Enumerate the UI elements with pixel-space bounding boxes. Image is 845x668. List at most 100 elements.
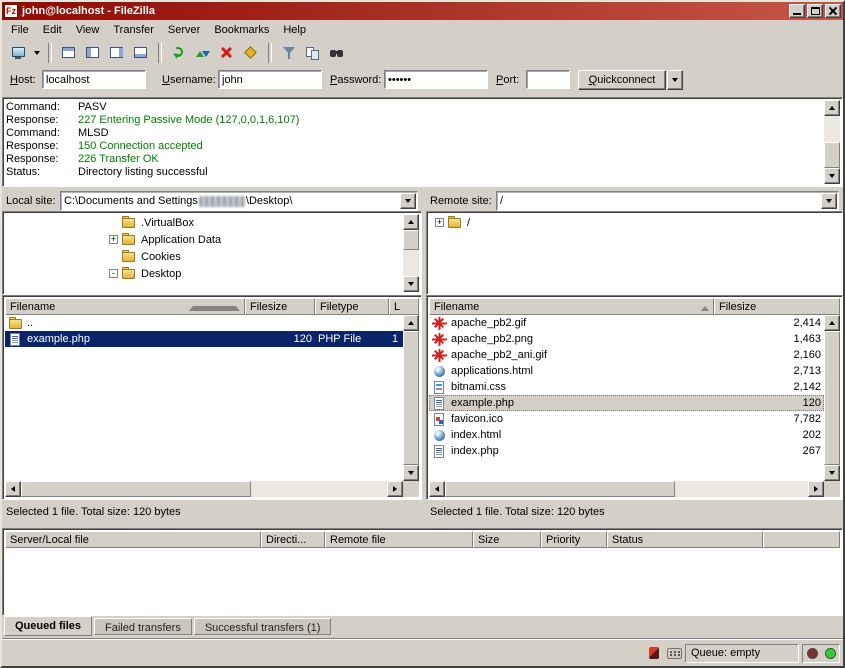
scroll-up-button[interactable] [403, 214, 419, 230]
scroll-down-button[interactable] [824, 168, 840, 184]
username-input[interactable] [218, 70, 322, 89]
quickconnect-button[interactable]: Quickconnect [578, 70, 666, 90]
close-button[interactable] [825, 4, 841, 18]
scroll-up-button[interactable] [403, 315, 419, 331]
menu-item[interactable]: View [69, 22, 107, 38]
file-row[interactable]: favicon.ico 7,782 [429, 411, 824, 427]
scroll-up-button[interactable] [824, 315, 840, 331]
expand-toggle[interactable]: + [109, 235, 118, 244]
queue-column-header[interactable]: Server/Local file [5, 531, 261, 548]
toolbar-button[interactable] [129, 42, 153, 64]
toolbar-button[interactable] [277, 42, 301, 64]
scroll-down-button[interactable] [403, 276, 419, 292]
scroll-down-button[interactable] [403, 465, 419, 481]
remote-site-combo[interactable]: / [496, 191, 839, 211]
column-header[interactable]: L [389, 298, 419, 315]
column-header[interactable]: Filename [429, 298, 714, 315]
tree-item[interactable]: + / [429, 214, 840, 231]
toolbar-button[interactable] [301, 42, 325, 64]
remote-site-dropdown-button[interactable] [821, 193, 837, 209]
image-icon [432, 333, 447, 346]
password-input[interactable] [384, 70, 488, 89]
toolbar-button[interactable] [191, 42, 215, 64]
column-header[interactable]: Filesize [245, 298, 315, 315]
minimize-button[interactable] [789, 4, 805, 18]
menu-item[interactable]: Help [276, 22, 313, 38]
maximize-button[interactable] [807, 4, 823, 18]
file-row[interactable]: index.php 267 [429, 443, 824, 459]
scroll-right-button[interactable] [808, 481, 824, 497]
scrollbar-corner [403, 481, 419, 497]
remote-list-horizontal-scrollbar[interactable] [429, 481, 824, 497]
queue-column-header[interactable]: Size [473, 531, 541, 548]
menu-item[interactable]: Edit [36, 22, 69, 38]
scroll-thumb[interactable] [824, 142, 840, 168]
queue-column-header[interactable]: Priority [541, 531, 607, 548]
local-tree-scrollbar[interactable] [403, 214, 419, 292]
queue-tab[interactable]: Queued files [4, 616, 92, 636]
column-header[interactable]: Filesize [714, 298, 840, 315]
titlebar[interactable]: Fz john@localhost - FileZilla [2, 2, 843, 20]
toolbar-button[interactable] [239, 42, 263, 64]
scroll-thumb[interactable] [403, 230, 419, 250]
menu-item[interactable]: Transfer [106, 22, 161, 38]
toolbar-button[interactable] [30, 42, 43, 64]
local-list-vertical-scrollbar[interactable] [403, 315, 419, 481]
scroll-thumb[interactable] [824, 331, 840, 465]
ico-icon [432, 413, 447, 426]
expand-toggle[interactable]: - [109, 269, 118, 278]
scroll-thumb[interactable] [445, 481, 675, 497]
menu-item[interactable]: File [4, 22, 36, 38]
file-row[interactable]: applications.html 2,713 [429, 363, 824, 379]
tree-item[interactable]: Cookies [5, 248, 402, 265]
file-row[interactable]: apache_pb2_ani.gif 2,160 [429, 347, 824, 363]
log-vertical-scrollbar[interactable] [824, 100, 840, 184]
toolbar-button[interactable] [6, 42, 30, 64]
toolbar-button[interactable] [167, 42, 191, 64]
scroll-right-button[interactable] [387, 481, 403, 497]
toolbar-button[interactable] [105, 42, 129, 64]
toolbar-button[interactable] [81, 42, 105, 64]
remote-list-vertical-scrollbar[interactable] [824, 315, 840, 481]
queue-column-header[interactable] [763, 531, 840, 548]
menu-item[interactable]: Bookmarks [207, 22, 276, 38]
expand-toggle[interactable]: + [435, 218, 444, 227]
local-site-dropdown-button[interactable] [400, 193, 416, 209]
column-header[interactable]: Filename [5, 298, 245, 315]
toolbar-button[interactable] [57, 42, 81, 64]
scroll-left-button[interactable] [5, 481, 21, 497]
local-site-combo[interactable]: C:\Documents and Settings\Desktop\ [60, 191, 418, 211]
column-header[interactable]: Filetype [315, 298, 389, 315]
datatype-indicator-icon[interactable] [646, 646, 662, 660]
toolbar-button[interactable] [325, 42, 349, 64]
host-input[interactable] [42, 70, 146, 89]
file-row[interactable]: .. [5, 315, 403, 331]
scroll-up-button[interactable] [824, 100, 840, 116]
quickconnect-dropdown-button[interactable] [667, 70, 683, 90]
queue-tab[interactable]: Failed transfers [94, 618, 192, 635]
scroll-down-button[interactable] [824, 465, 840, 481]
file-row[interactable]: bitnami.css 2,142 [429, 379, 824, 395]
scroll-thumb[interactable] [403, 331, 419, 465]
tree-item[interactable]: + Application Data [5, 231, 402, 248]
queue-tab[interactable]: Successful transfers (1) [194, 618, 332, 635]
file-row[interactable]: index.html 202 [429, 427, 824, 443]
local-list-horizontal-scrollbar[interactable] [5, 481, 403, 497]
tree-item[interactable]: - Desktop [5, 265, 402, 282]
file-row[interactable]: example.php 120 PHP File 1 [5, 331, 403, 347]
tree-item[interactable]: .VirtualBox [5, 214, 402, 231]
triangle-down-icon [829, 174, 835, 181]
queue-column-header[interactable]: Status [607, 531, 763, 548]
keypad-indicator-icon[interactable] [667, 646, 683, 660]
queue-column-header[interactable]: Directi... [261, 531, 325, 548]
toolbar-button[interactable] [215, 42, 239, 64]
scroll-left-button[interactable] [429, 481, 445, 497]
css-icon [432, 381, 447, 394]
scroll-thumb[interactable] [21, 481, 251, 497]
menu-item[interactable]: Server [161, 22, 207, 38]
queue-column-header[interactable]: Remote file [325, 531, 473, 548]
file-row[interactable]: apache_pb2.png 1,463 [429, 331, 824, 347]
file-row[interactable]: example.php 120 [429, 395, 824, 411]
port-input[interactable] [526, 70, 570, 89]
file-row[interactable]: apache_pb2.gif 2,414 [429, 315, 824, 331]
